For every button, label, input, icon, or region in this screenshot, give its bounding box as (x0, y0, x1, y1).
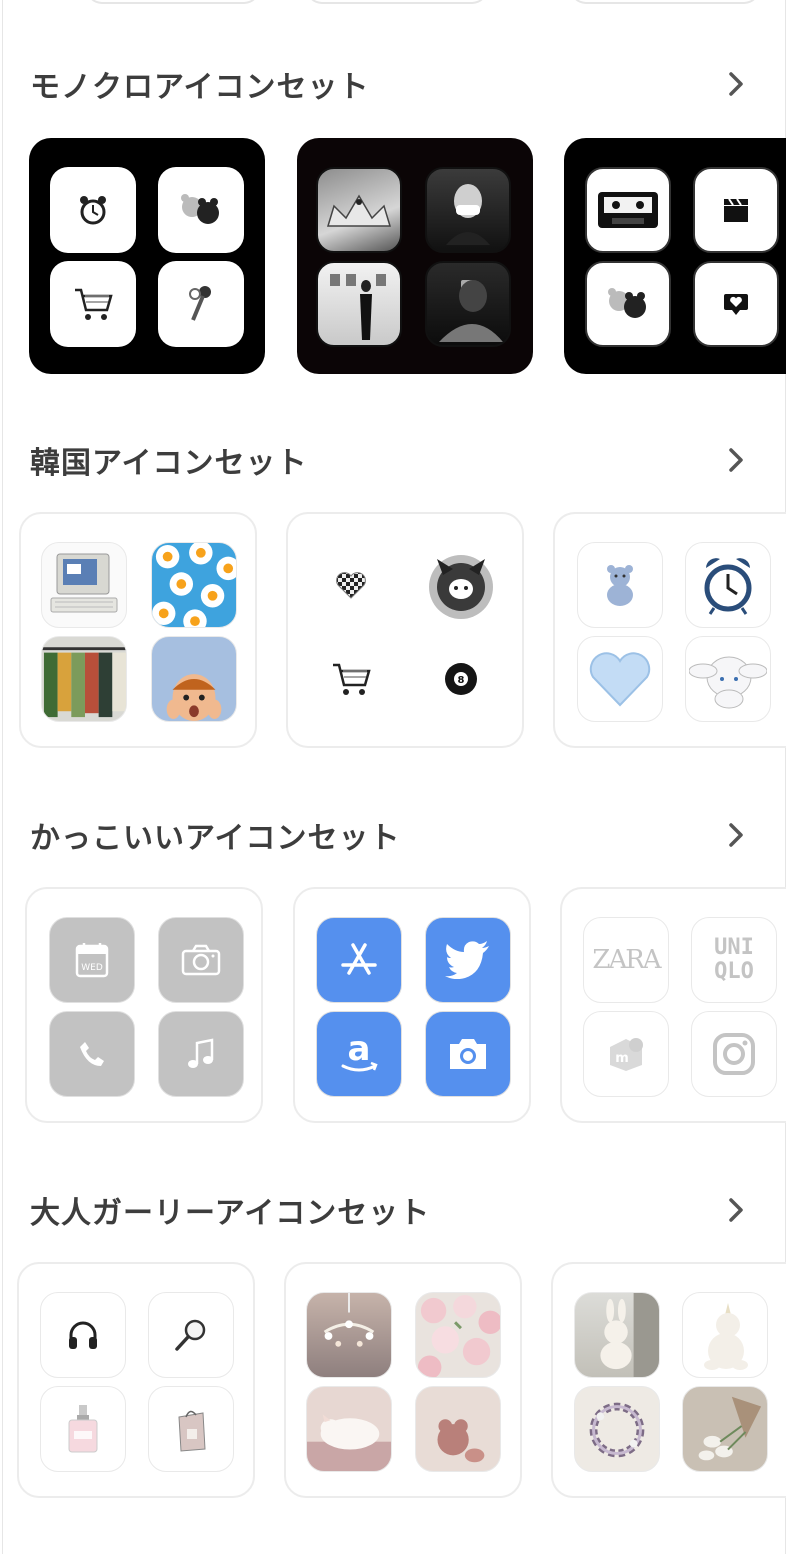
icon-set-card[interactable] (29, 138, 265, 374)
app-store-icon (316, 917, 402, 1003)
icon-set-card[interactable] (17, 1262, 255, 1498)
checkered-heart-icon (308, 542, 394, 628)
retro-computer-photo (41, 542, 127, 628)
tiara-photo (316, 167, 402, 253)
clapperboard-icon (693, 167, 779, 253)
twitter-bird-icon (425, 917, 511, 1003)
blue-bear-icon (577, 542, 663, 628)
keys-icon (158, 261, 244, 347)
music-note-icon (158, 1011, 244, 1097)
magnifier-icon (148, 1292, 234, 1378)
clothes-rack-photo (41, 636, 127, 722)
cassette-icon (585, 167, 671, 253)
headphones-icon (40, 1292, 126, 1378)
amazon-icon: a (316, 1011, 402, 1097)
bouquet-photo (682, 1386, 768, 1472)
cinnamoroll-icon (685, 636, 771, 722)
previous-card-edge (306, 0, 488, 4)
bear-plush-icon (158, 167, 244, 253)
blue-heart-icon (577, 636, 663, 722)
alarm-clock-icon (50, 167, 136, 253)
kuromi-icon (418, 542, 504, 628)
chevron-right-icon[interactable] (722, 1196, 750, 1224)
shopping-cart-icon (50, 261, 136, 347)
zara-text: ZARA (592, 945, 661, 975)
bunny-plush-photo (574, 1292, 660, 1378)
previous-card-edge (86, 0, 260, 4)
icon-set-card[interactable]: a (293, 887, 531, 1123)
icon-set-card[interactable]: 8 (286, 512, 524, 748)
eight-ball-icon: 8 (418, 636, 504, 722)
icon-set-card[interactable] (553, 512, 786, 748)
teddy-photo (415, 1386, 501, 1472)
masked-girl-photo (425, 167, 511, 253)
roses-photo (415, 1292, 501, 1378)
icon-set-card[interactable]: ZARA UNI QLO m (560, 887, 786, 1123)
surprised-kid-photo (151, 636, 237, 722)
blue-alarm-clock-icon (685, 542, 771, 628)
perfume-icon (40, 1386, 126, 1472)
shopping-bag-icon (148, 1386, 234, 1472)
instagram-icon (691, 1011, 777, 1097)
section-title: 大人ガーリーアイコンセット (30, 1196, 431, 1231)
icon-set-row: WED a ZARA UNI QLO m (0, 887, 786, 1127)
icon-set-card[interactable] (551, 1262, 786, 1498)
icon-set-row (0, 138, 786, 378)
svg-text:8: 8 (458, 675, 465, 686)
wreath-photo (574, 1386, 660, 1472)
calendar-day-label: WED (81, 963, 103, 973)
mirror-selfie-photo (425, 261, 511, 347)
previous-card-edge (570, 0, 760, 4)
amazon-letter: a (348, 1032, 371, 1069)
section-title: かっこいいアイコンセット (30, 821, 401, 856)
icon-set-card[interactable] (564, 138, 786, 374)
bear-plush-icon (585, 261, 671, 347)
heart-bubble-icon (693, 261, 779, 347)
fried-eggs-photo (151, 542, 237, 628)
chevron-right-icon[interactable] (722, 446, 750, 474)
section-title: 韓国アイコンセット (30, 446, 308, 481)
icon-set-row (0, 1262, 786, 1502)
uniqlo-text: UNI QLO (714, 935, 754, 984)
chandelier-photo (306, 1292, 392, 1378)
kitten-photo (306, 1386, 392, 1472)
icon-set-row: 8 (0, 512, 786, 752)
shopping-cart-icon (308, 636, 394, 722)
mercari-letter: m (615, 1051, 629, 1066)
icon-set-card[interactable] (19, 512, 257, 748)
uniqlo-logo: UNI QLO (691, 917, 777, 1003)
camera-icon (158, 917, 244, 1003)
mercari-icon: m (583, 1011, 669, 1097)
chevron-right-icon[interactable] (722, 821, 750, 849)
camera-icon (425, 1011, 511, 1097)
chevron-right-icon[interactable] (722, 70, 750, 98)
unicorn-plush-photo (682, 1292, 768, 1378)
phone-icon (49, 1011, 135, 1097)
gallery-girl-photo (316, 261, 402, 347)
zara-logo: ZARA (583, 917, 669, 1003)
icon-set-card[interactable]: WED (25, 887, 263, 1123)
icon-set-card[interactable] (297, 138, 533, 374)
icon-set-card[interactable] (284, 1262, 522, 1498)
calendar-icon: WED (49, 917, 135, 1003)
section-title: モノクロアイコンセット (30, 70, 370, 105)
